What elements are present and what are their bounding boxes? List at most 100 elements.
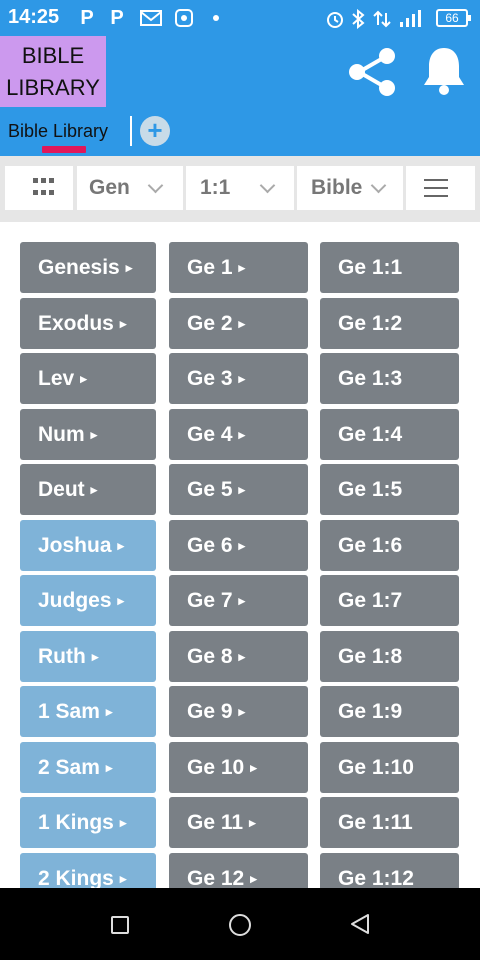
toolbar: Gen 1:1 Bible xyxy=(0,156,480,222)
book-button[interactable]: 2 Sam ▸ xyxy=(20,742,156,793)
arrow-right-icon: ▸ xyxy=(125,260,133,275)
verse-button-label: Ge 1:8 xyxy=(338,645,403,668)
book-button-label: Judges xyxy=(38,589,112,612)
app-icon xyxy=(174,9,194,27)
dot-icon xyxy=(210,9,222,27)
share-icon[interactable] xyxy=(345,46,399,98)
active-tab-indicator xyxy=(42,146,86,153)
chapter-button[interactable]: Ge 7 ▸ xyxy=(169,575,308,626)
book-button-label: Joshua xyxy=(38,534,112,557)
alarm-icon xyxy=(324,9,346,28)
chapter-button-label: Ge 8 xyxy=(187,645,233,668)
book-button[interactable]: Joshua ▸ xyxy=(20,520,156,571)
chapter-button[interactable]: Ge 9 ▸ xyxy=(169,686,308,737)
chapter-button-label: Ge 6 xyxy=(187,534,233,557)
book-button-label: 1 Kings xyxy=(38,811,114,834)
chapter-button[interactable]: Ge 10 ▸ xyxy=(169,742,308,793)
recent-apps-button[interactable] xyxy=(111,916,129,934)
grid-icon xyxy=(33,178,55,198)
verse-button-label: Ge 1:10 xyxy=(338,756,414,779)
verse-button[interactable]: Ge 1:2 xyxy=(320,298,459,349)
chapter-button[interactable]: Ge 3 ▸ xyxy=(169,353,308,404)
arrow-right-icon: ▸ xyxy=(238,371,246,386)
verse-button-label: Ge 1:4 xyxy=(338,423,403,446)
tab-bible-library[interactable]: Bible Library xyxy=(8,118,108,146)
chapter-button[interactable]: Ge 2 ▸ xyxy=(169,298,308,349)
book-button-label: Num xyxy=(38,423,85,446)
notification-bell-icon[interactable] xyxy=(420,44,468,98)
system-nav-bar xyxy=(0,888,480,960)
arrow-right-icon: ▸ xyxy=(119,815,127,830)
arrow-right-icon: ▸ xyxy=(105,704,113,719)
verse-button[interactable]: Ge 1:4 xyxy=(320,409,459,460)
book-button[interactable]: 2 Kings ▸ xyxy=(20,853,156,888)
hamburger-menu-button[interactable] xyxy=(406,166,475,210)
chapter-button-label: Ge 12 xyxy=(187,867,245,888)
p-app-icon: P xyxy=(80,7,94,29)
verse-button[interactable]: Ge 1:12 xyxy=(320,853,459,888)
book-button[interactable]: Judges ▸ xyxy=(20,575,156,626)
book-button[interactable]: Num ▸ xyxy=(20,409,156,460)
chapter-verse-select[interactable]: 1:1 xyxy=(186,166,294,210)
verse-button[interactable]: Ge 1:11 xyxy=(320,797,459,848)
verse-button-label: Ge 1:12 xyxy=(338,867,414,888)
data-transfer-icon xyxy=(372,9,392,28)
chapter-button[interactable]: Ge 5 ▸ xyxy=(169,464,308,515)
chapter-button[interactable]: Ge 4 ▸ xyxy=(169,409,308,460)
arrow-right-icon: ▸ xyxy=(90,427,98,442)
verse-button-label: Ge 1:11 xyxy=(338,811,413,834)
book-select-value: Gen xyxy=(89,176,130,199)
verse-button[interactable]: Ge 1:3 xyxy=(320,353,459,404)
arrow-right-icon: ▸ xyxy=(238,593,246,608)
book-button[interactable]: Deut ▸ xyxy=(20,464,156,515)
arrow-right-icon: ▸ xyxy=(80,371,87,386)
book-button-label: Exodus xyxy=(38,312,114,335)
hamburger-icon xyxy=(424,178,448,198)
book-button-label: Lev xyxy=(38,367,75,390)
book-button-label: 2 Sam xyxy=(38,756,100,779)
verse-button[interactable]: Ge 1:10 xyxy=(320,742,459,793)
chapter-button[interactable]: Ge 11 ▸ xyxy=(169,797,308,848)
signal-icon xyxy=(398,9,426,27)
battery-indicator: 66 xyxy=(436,9,471,27)
arrow-right-icon: ▸ xyxy=(238,482,246,497)
book-button[interactable]: 1 Sam ▸ xyxy=(20,686,156,737)
book-button[interactable]: Exodus ▸ xyxy=(20,298,156,349)
arrow-right-icon: ▸ xyxy=(90,482,98,497)
bluetooth-icon xyxy=(350,8,366,30)
verse-button-label: Ge 1:6 xyxy=(338,534,403,557)
chapter-button[interactable]: Ge 8 ▸ xyxy=(169,631,308,682)
gmail-icon xyxy=(140,9,162,27)
add-tab-button[interactable]: + xyxy=(140,116,170,146)
back-button[interactable] xyxy=(348,912,372,936)
chapter-button-label: Ge 1 xyxy=(187,256,233,279)
verse-button[interactable]: Ge 1:6 xyxy=(320,520,459,571)
arrow-right-icon: ▸ xyxy=(119,316,127,331)
book-select[interactable]: Gen xyxy=(77,166,183,210)
verse-button[interactable]: Ge 1:5 xyxy=(320,464,459,515)
book-button[interactable]: Genesis ▸ xyxy=(20,242,156,293)
arrow-right-icon: ▸ xyxy=(250,760,257,775)
app-logo[interactable]: BIBLE LIBRARY xyxy=(0,36,106,107)
verse-button-label: Ge 1:9 xyxy=(338,700,403,723)
arrow-right-icon: ▸ xyxy=(238,649,246,664)
book-button[interactable]: Lev ▸ xyxy=(20,353,156,404)
version-select[interactable]: Bible xyxy=(297,166,403,210)
verse-button[interactable]: Ge 1:1 xyxy=(320,242,459,293)
verse-button[interactable]: Ge 1:8 xyxy=(320,631,459,682)
menu-grid-button[interactable] xyxy=(5,166,73,210)
arrow-right-icon: ▸ xyxy=(249,815,256,830)
book-button-label: Genesis xyxy=(38,256,120,279)
chevron-down-icon xyxy=(370,177,387,194)
book-button[interactable]: 1 Kings ▸ xyxy=(20,797,156,848)
book-button[interactable]: Ruth ▸ xyxy=(20,631,156,682)
chapter-button-label: Ge 9 xyxy=(187,700,233,723)
home-button[interactable] xyxy=(229,914,251,936)
arrow-right-icon: ▸ xyxy=(238,316,246,331)
chapter-button[interactable]: Ge 12 ▸ xyxy=(169,853,308,888)
verse-button[interactable]: Ge 1:9 xyxy=(320,686,459,737)
chapter-button[interactable]: Ge 1 ▸ xyxy=(169,242,308,293)
chapter-button[interactable]: Ge 6 ▸ xyxy=(169,520,308,571)
verse-button[interactable]: Ge 1:7 xyxy=(320,575,459,626)
book-button-label: Deut xyxy=(38,478,85,501)
